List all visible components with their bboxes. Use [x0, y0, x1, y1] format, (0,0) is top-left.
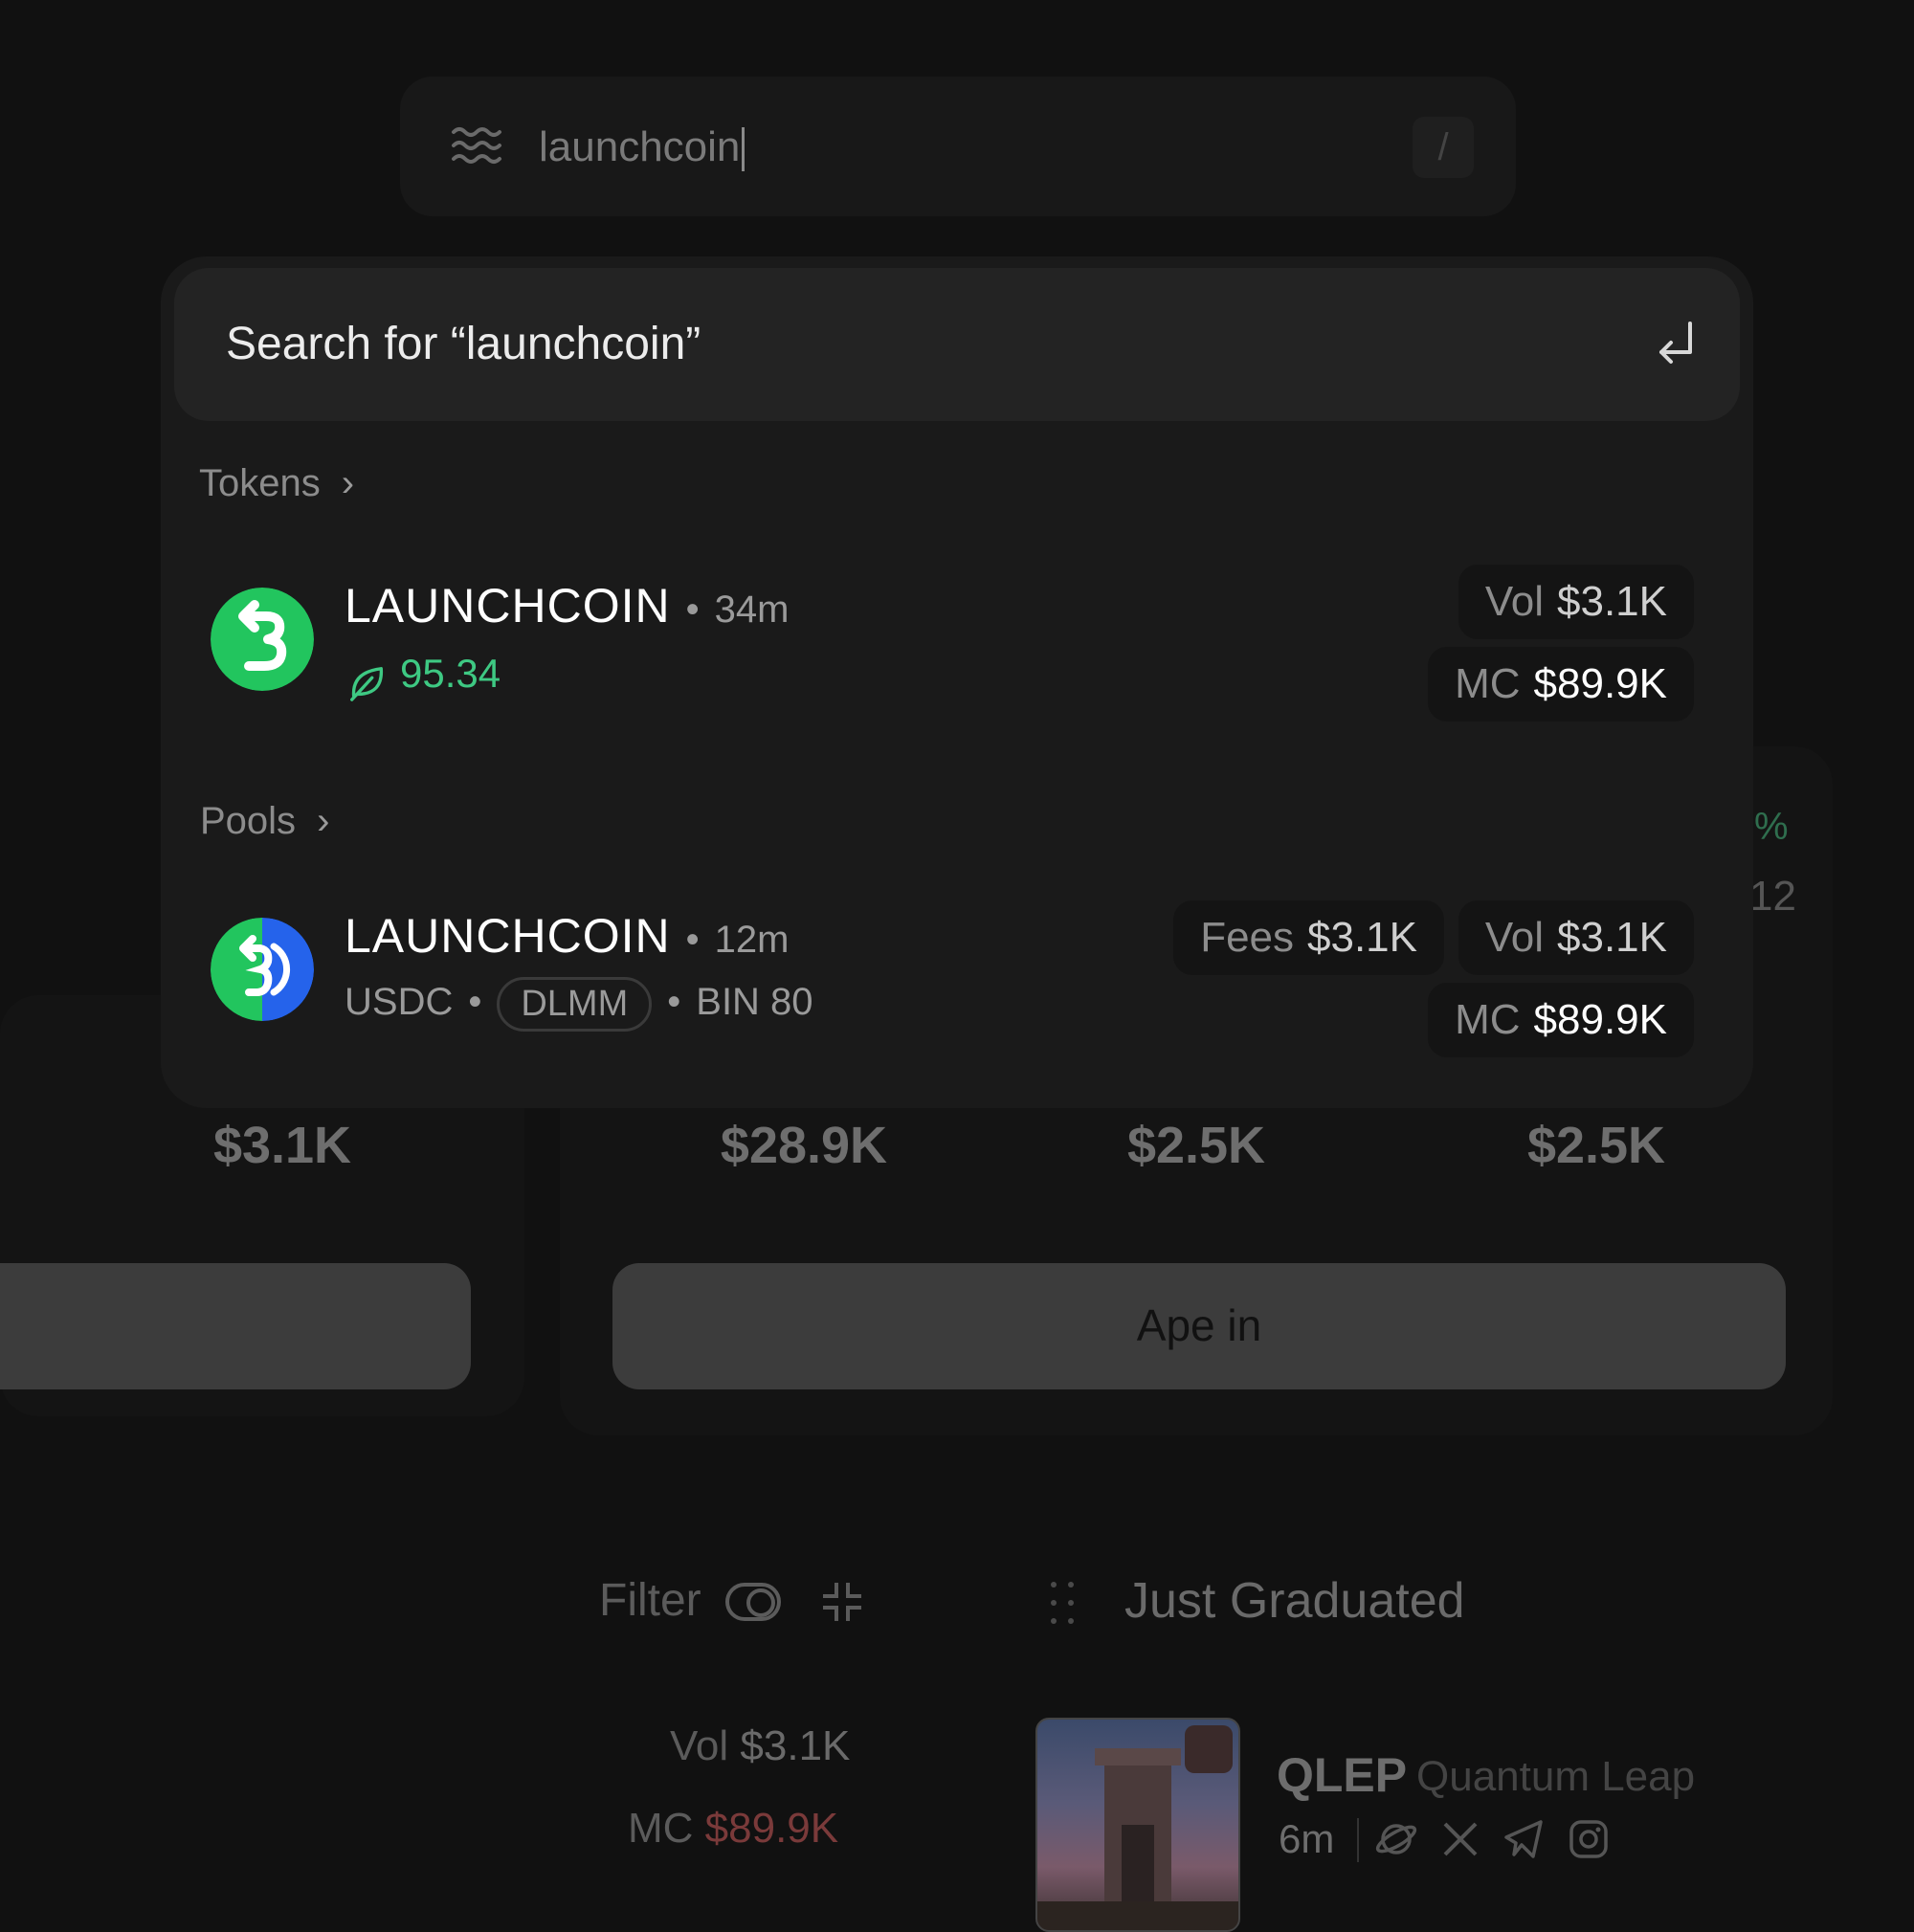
search-bar[interactable]: launchcoin /	[400, 77, 1516, 216]
stat-value: $3.1K	[212, 1117, 352, 1174]
peek-percent: %	[1754, 806, 1789, 848]
compress-icon[interactable]	[819, 1579, 865, 1625]
enter-icon	[1659, 322, 1692, 364]
pool-age: 12m	[714, 919, 790, 961]
globe-icon[interactable]	[1375, 1818, 1417, 1860]
token-score: 95.34	[346, 651, 501, 703]
chevron-right-icon: ›	[317, 800, 330, 842]
pool-pair-logo	[211, 918, 314, 1021]
chevron-right-icon: ›	[341, 462, 355, 504]
peek-number: 12	[1749, 873, 1796, 920]
pool-title: LAUNCHCOIN • 12m	[345, 909, 790, 963]
token-image[interactable]	[1035, 1718, 1240, 1932]
ape-in-button[interactable]: Ape in	[612, 1263, 1786, 1389]
shortcut-key-badge: /	[1413, 117, 1474, 178]
stat-value: $2.5K	[1526, 1117, 1666, 1174]
quote-token: USDC	[345, 981, 454, 1024]
bin-step: BIN 80	[696, 981, 813, 1024]
token-title: LAUNCHCOIN • 34m	[345, 579, 790, 633]
search-for-row[interactable]: Search for “launchcoin”	[174, 268, 1740, 421]
vol-chip: Vol $3.1K	[1458, 900, 1694, 975]
launchcoin-logo	[211, 588, 314, 691]
mc-chip: MC $89.9K	[1428, 647, 1694, 722]
token-name: LAUNCHCOIN	[345, 579, 671, 633]
mc-chip: MC $89.9K	[1428, 983, 1694, 1057]
ape-in-label: Ape in	[1136, 1300, 1262, 1350]
x-icon[interactable]	[1441, 1820, 1480, 1858]
leaf-icon	[350, 666, 383, 701]
pools-section-header[interactable]: Pools ›	[200, 800, 329, 843]
search-input[interactable]: launchcoin	[539, 119, 746, 176]
token-age: 6m	[1279, 1816, 1335, 1861]
filter-label: Filter	[599, 1575, 701, 1626]
search-results-dropdown: Search for “launchcoin” Tokens › LAUNCHCO…	[161, 256, 1753, 1108]
token-symbol: QLEP	[1277, 1748, 1408, 1802]
divider	[1357, 1818, 1359, 1862]
token-name: Quantum Leap	[1416, 1753, 1696, 1800]
left-vol: Vol $3.1K	[670, 1722, 851, 1769]
drag-handle-icon[interactable]	[1048, 1579, 1077, 1627]
token-result-item[interactable]: LAUNCHCOIN • 34m 95.34 Vol $3.1K MC $89.9K	[161, 544, 1753, 725]
pool-name: LAUNCHCOIN	[345, 909, 671, 963]
left-action-button[interactable]	[0, 1263, 471, 1389]
stat-value: $28.9K	[720, 1117, 888, 1174]
pool-meta: USDC • DLMM • BIN 80	[345, 977, 813, 1032]
toggle-icon[interactable]	[725, 1583, 781, 1621]
list-title: Just Graduated	[1124, 1573, 1465, 1629]
token-age: 34m	[714, 588, 790, 631]
vol-chip: Vol $3.1K	[1458, 565, 1694, 639]
instagram-icon[interactable]	[1568, 1818, 1610, 1860]
fees-chip: Fees $3.1K	[1173, 900, 1444, 975]
search-for-label: Search for “launchcoin”	[226, 319, 701, 369]
platform-badge	[1185, 1725, 1233, 1773]
waves-icon	[452, 127, 501, 164]
stat-value: $2.5K	[1126, 1117, 1266, 1174]
left-mc: MC $89.9K	[628, 1805, 839, 1852]
pool-result-item[interactable]: LAUNCHCOIN • 12m USDC • DLMM • BIN 80 Fees $3.1…	[161, 874, 1753, 1065]
tokens-section-header[interactable]: Tokens ›	[199, 462, 354, 505]
pool-type-badge: DLMM	[497, 977, 653, 1032]
telegram-icon[interactable]	[1502, 1818, 1545, 1860]
